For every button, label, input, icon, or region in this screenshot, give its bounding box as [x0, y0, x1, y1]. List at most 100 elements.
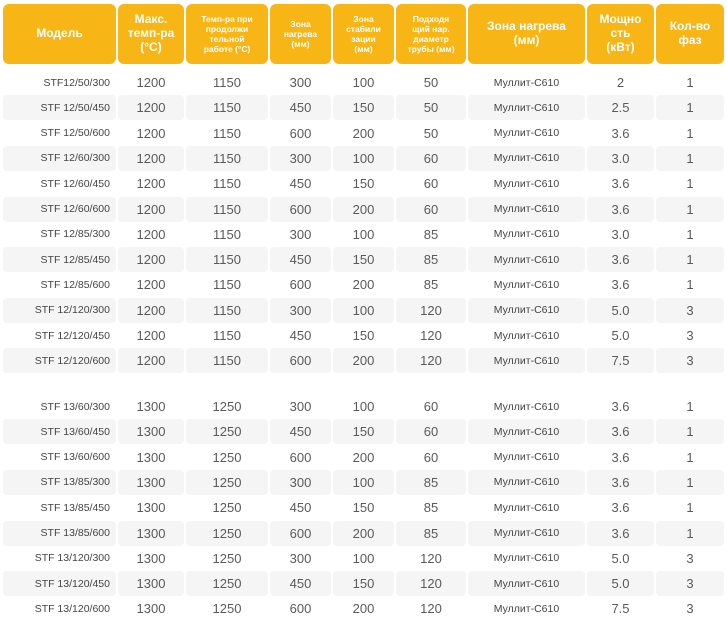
cell-tube-material: Муллит-С610 — [468, 145, 585, 171]
cell-continuous-temp: 1250 — [186, 394, 268, 419]
cell-phases: 1 — [656, 70, 724, 95]
cell-tube-diameter: 60 — [396, 444, 466, 470]
cell-power: 3.0 — [587, 221, 654, 247]
cell-phases: 3 — [656, 545, 724, 571]
cell-power: 5.0 — [587, 571, 654, 597]
cell-heating-zone: 600 — [270, 444, 331, 470]
cell-heating-zone: 300 — [270, 70, 331, 95]
cell-heating-zone: 450 — [270, 419, 331, 445]
cell-continuous-temp: 1150 — [186, 171, 268, 197]
cell-model: STF 12/50/450 — [3, 95, 116, 121]
header-power: Мощно сть (кВт) — [587, 4, 654, 64]
table-row: STF 13/60/300 1300 1250 300 100 60 Муллит-С610… — [0, 394, 727, 419]
cell-stabilization-zone: 100 — [333, 394, 394, 419]
cell-continuous-temp: 1150 — [186, 247, 268, 273]
cell-continuous-temp: 1150 — [186, 348, 268, 374]
cell-heating-zone: 300 — [270, 469, 331, 495]
cell-tube-material: Муллит-С610 — [468, 495, 585, 521]
cell-power: 3.6 — [587, 272, 654, 298]
table-row: STF 13/120/600 1300 1250 600 200 120 Муллит-С6… — [0, 596, 727, 622]
cell-stabilization-zone: 100 — [333, 469, 394, 495]
cell-max-temp: 1300 — [118, 571, 184, 597]
cell-model: STF 13/85/300 — [3, 469, 116, 495]
cell-continuous-temp: 1250 — [186, 444, 268, 470]
cell-heating-zone: 450 — [270, 247, 331, 273]
cell-tube-diameter: 60 — [396, 419, 466, 445]
cell-heating-zone: 450 — [270, 171, 331, 197]
cell-phases: 1 — [656, 394, 724, 419]
cell-continuous-temp: 1150 — [186, 145, 268, 171]
cell-tube-material: Муллит-С610 — [468, 571, 585, 597]
cell-tube-material: Муллит-С610 — [468, 469, 585, 495]
cell-phases: 3 — [656, 323, 724, 348]
cell-power: 7.5 — [587, 348, 654, 374]
cell-stabilization-zone: 150 — [333, 495, 394, 521]
table-row: STF 13/85/300 1300 1250 300 100 85 Муллит-С610… — [0, 469, 727, 495]
cell-model: STF 13/85/600 — [3, 520, 116, 546]
cell-phases: 1 — [656, 196, 724, 222]
table-row: STF 13/60/450 1300 1250 450 150 60 Муллит-С610… — [0, 419, 727, 445]
cell-heating-zone: 600 — [270, 272, 331, 298]
cell-continuous-temp: 1150 — [186, 272, 268, 298]
cell-phases: 3 — [656, 348, 724, 374]
cell-heating-zone: 600 — [270, 520, 331, 546]
cell-max-temp: 1200 — [118, 145, 184, 171]
cell-tube-material: Муллит-С610 — [468, 247, 585, 273]
cell-phases: 1 — [656, 145, 724, 171]
table-row: STF 12/120/300 1200 1150 300 100 120 Муллит-С6… — [0, 297, 727, 323]
cell-max-temp: 1300 — [118, 394, 184, 419]
cell-phases: 3 — [656, 571, 724, 597]
cell-heating-zone: 450 — [270, 95, 331, 121]
cell-power: 3.6 — [587, 495, 654, 521]
cell-stabilization-zone: 100 — [333, 145, 394, 171]
cell-continuous-temp: 1250 — [186, 419, 268, 445]
cell-stabilization-zone: 200 — [333, 348, 394, 374]
cell-tube-diameter: 60 — [396, 394, 466, 419]
cell-max-temp: 1300 — [118, 520, 184, 546]
cell-power: 5.0 — [587, 323, 654, 348]
cell-model: STF 12/60/450 — [3, 171, 116, 197]
cell-power: 3.6 — [587, 171, 654, 197]
table-row: STF 13/85/450 1300 1250 450 150 85 Муллит-С610… — [0, 495, 727, 521]
table-row: STF 12/120/450 1200 1150 450 150 120 Муллит-С6… — [0, 323, 727, 348]
cell-model: STF 12/120/450 — [3, 323, 116, 348]
cell-tube-material: Муллит-С610 — [468, 221, 585, 247]
header-max-temp: Макс. темп-ра (°С) — [118, 4, 184, 64]
cell-tube-material: Муллит-С610 — [468, 120, 585, 146]
cell-stabilization-zone: 150 — [333, 95, 394, 121]
cell-power: 3.6 — [587, 419, 654, 445]
cell-phases: 3 — [656, 596, 724, 622]
cell-stabilization-zone: 200 — [333, 596, 394, 622]
table-row: STF 12/85/450 1200 1150 450 150 85 Муллит-С610… — [0, 247, 727, 273]
cell-phases: 1 — [656, 171, 724, 197]
cell-tube-material: Муллит-С610 — [468, 323, 585, 348]
cell-model: STF 12/85/600 — [3, 272, 116, 298]
cell-stabilization-zone: 200 — [333, 120, 394, 146]
cell-power: 3.6 — [587, 247, 654, 273]
cell-max-temp: 1200 — [118, 272, 184, 298]
cell-stabilization-zone: 100 — [333, 297, 394, 323]
cell-continuous-temp: 1250 — [186, 571, 268, 597]
cell-phases: 1 — [656, 444, 724, 470]
cell-stabilization-zone: 150 — [333, 323, 394, 348]
cell-max-temp: 1300 — [118, 419, 184, 445]
cell-model: STF 13/60/300 — [3, 394, 116, 419]
cell-heating-zone: 300 — [270, 297, 331, 323]
cell-tube-material: Муллит-С610 — [468, 444, 585, 470]
cell-max-temp: 1200 — [118, 247, 184, 273]
cell-continuous-temp: 1250 — [186, 545, 268, 571]
cell-heating-zone: 450 — [270, 495, 331, 521]
cell-heating-zone: 600 — [270, 596, 331, 622]
cell-model: STF 12/60/600 — [3, 196, 116, 222]
cell-tube-material: Муллит-С610 — [468, 520, 585, 546]
table-row: STF 12/60/600 1200 1150 600 200 60 Муллит-С610… — [0, 196, 727, 222]
cell-phases: 1 — [656, 120, 724, 146]
cell-tube-material: Муллит-С610 — [468, 95, 585, 121]
cell-power: 3.6 — [587, 469, 654, 495]
cell-tube-diameter: 60 — [396, 196, 466, 222]
table-row: STF 13/60/600 1300 1250 600 200 60 Муллит-С610… — [0, 444, 727, 470]
cell-tube-diameter: 60 — [396, 145, 466, 171]
cell-stabilization-zone: 150 — [333, 247, 394, 273]
table-row: STF 12/85/600 1200 1150 600 200 85 Муллит-С610… — [0, 272, 727, 298]
cell-heating-zone: 300 — [270, 545, 331, 571]
